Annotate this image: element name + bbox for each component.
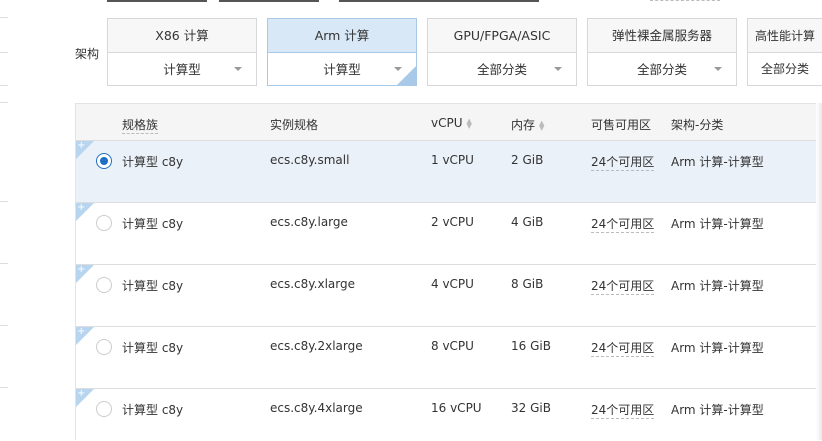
- category-dropdown[interactable]: 计算型 ✓: [268, 53, 416, 86]
- cell-memory: 4 GiB: [511, 215, 544, 229]
- cell-family: 计算型 c8y: [122, 217, 184, 231]
- top-tab-dashed: [650, 0, 720, 1]
- cell-spec: ecs.c8y.4xlarge: [270, 401, 363, 415]
- caret-down-icon: [234, 67, 242, 71]
- dropdown-value: 计算型: [323, 62, 361, 77]
- cell-memory: 2 GiB: [511, 153, 544, 167]
- architecture-card[interactable]: 弹性裸金属服务器 全部分类: [587, 18, 737, 86]
- sidebar-divider: [0, 201, 8, 202]
- card-title[interactable]: GPU/FPGA/ASIC: [428, 19, 576, 53]
- expand-plus-icon[interactable]: +: [76, 326, 94, 345]
- instance-spec-table: 规格族 实例规格 vCPU ▲ ▼ 内存 ▲ ▼ 可售可用区 架构-分类 + 计算型 c…: [75, 103, 820, 441]
- cell-vcpu: 2 vCPU: [431, 215, 474, 229]
- scroll-shadow: [816, 103, 822, 440]
- dropdown-value: 全部分类: [476, 62, 527, 77]
- table-row[interactable]: + 计算型 c8y ecs.c8y.xlarge 4 vCPU 8 GiB 24…: [76, 264, 820, 327]
- expand-plus-icon[interactable]: +: [76, 202, 94, 221]
- sort-icon[interactable]: ▲ ▼: [539, 119, 544, 131]
- cell-zones[interactable]: 24个可用区: [591, 339, 655, 357]
- cell-spec: ecs.c8y.large: [270, 215, 348, 229]
- dropdown-value: 全部分类: [760, 62, 809, 76]
- checkmark-icon: ✓: [396, 62, 416, 86]
- sidebar-divider: [0, 85, 8, 86]
- architecture-label: 架构: [75, 47, 100, 61]
- cell-vcpu: 4 vCPU: [431, 277, 474, 291]
- sort-icon[interactable]: ▲ ▼: [467, 117, 472, 129]
- category-dropdown[interactable]: 全部分类: [428, 53, 576, 86]
- card-title[interactable]: Arm 计算: [268, 19, 416, 53]
- cell-vcpu: 16 vCPU: [431, 401, 482, 415]
- cell-family: 计算型 c8y: [122, 279, 184, 293]
- header-memory[interactable]: 内存 ▲ ▼: [511, 116, 544, 133]
- table-row[interactable]: + 计算型 c8y ecs.c8y.small 1 vCPU 2 GiB 24个…: [76, 140, 820, 203]
- dropdown-value: 全部分类: [636, 62, 687, 77]
- cell-arch: Arm 计算-计算型: [671, 403, 764, 417]
- cell-arch: Arm 计算-计算型: [671, 155, 764, 169]
- cell-memory: 16 GiB: [511, 339, 551, 353]
- sidebar-divider: [0, 387, 8, 388]
- architecture-card[interactable]: Arm 计算 计算型 ✓: [267, 18, 417, 86]
- dropdown-value: 计算型: [163, 62, 201, 77]
- expand-plus-icon[interactable]: +: [76, 388, 94, 407]
- cell-vcpu: 8 vCPU: [431, 339, 474, 353]
- category-dropdown[interactable]: 全部分类: [588, 53, 736, 86]
- table-row[interactable]: + 计算型 c8y ecs.c8y.large 2 vCPU 4 GiB 24个…: [76, 202, 820, 265]
- card-title[interactable]: X86 计算: [108, 19, 256, 53]
- row-radio[interactable]: [96, 339, 112, 355]
- table-row[interactable]: + 计算型 c8y ecs.c8y.2xlarge 8 vCPU 16 GiB …: [76, 326, 820, 389]
- cell-family: 计算型 c8y: [122, 341, 184, 355]
- cell-memory: 32 GiB: [511, 401, 551, 415]
- sidebar-divider: [0, 52, 8, 53]
- cell-family: 计算型 c8y: [122, 155, 184, 169]
- expand-plus-icon[interactable]: +: [76, 140, 94, 159]
- cell-zones[interactable]: 24个可用区: [591, 277, 655, 295]
- cell-vcpu: 1 vCPU: [431, 153, 474, 167]
- cell-arch: Arm 计算-计算型: [671, 341, 764, 355]
- cell-zones[interactable]: 24个可用区: [591, 153, 655, 171]
- header-zones: 可售可用区: [591, 118, 652, 132]
- cell-arch: Arm 计算-计算型: [671, 279, 764, 293]
- cell-spec: ecs.c8y.2xlarge: [270, 339, 363, 353]
- caret-down-icon: [714, 67, 722, 71]
- header-family: 规格族: [122, 118, 159, 134]
- cell-memory: 8 GiB: [511, 277, 544, 291]
- category-dropdown[interactable]: 计算型: [108, 53, 256, 86]
- row-radio[interactable]: [96, 215, 112, 231]
- table-header: 规格族 实例规格 vCPU ▲ ▼ 内存 ▲ ▼ 可售可用区 架构-分类: [76, 104, 820, 141]
- architecture-card[interactable]: 高性能计算 全部分类: [747, 18, 822, 86]
- cell-spec: ecs.c8y.xlarge: [270, 277, 355, 291]
- caret-down-icon: [554, 67, 562, 71]
- sidebar-divider: [0, 263, 8, 264]
- architecture-card[interactable]: X86 计算 计算型: [107, 18, 257, 86]
- row-radio[interactable]: [96, 153, 112, 169]
- sidebar-divider: [0, 17, 8, 18]
- card-title[interactable]: 弹性裸金属服务器: [588, 19, 736, 53]
- cell-arch: Arm 计算-计算型: [671, 217, 764, 231]
- sidebar-divider: [0, 102, 8, 103]
- cell-zones[interactable]: 24个可用区: [591, 215, 655, 233]
- card-title[interactable]: 高性能计算: [748, 19, 822, 53]
- header-vcpu[interactable]: vCPU ▲ ▼: [431, 116, 472, 130]
- category-dropdown[interactable]: 全部分类: [748, 53, 822, 86]
- header-arch: 架构-分类: [671, 118, 724, 132]
- header-spec: 实例规格: [270, 118, 319, 132]
- top-tab-underline: [339, 0, 539, 2]
- cell-family: 计算型 c8y: [122, 403, 184, 417]
- cell-zones[interactable]: 24个可用区: [591, 401, 655, 419]
- sidebar-divider: [0, 325, 8, 326]
- expand-plus-icon[interactable]: +: [76, 264, 94, 283]
- cell-spec: ecs.c8y.small: [270, 153, 350, 167]
- architecture-card[interactable]: GPU/FPGA/ASIC 全部分类: [427, 18, 577, 86]
- table-row[interactable]: + 计算型 c8y ecs.c8y.4xlarge 16 vCPU 32 GiB…: [76, 388, 820, 441]
- row-radio[interactable]: [96, 277, 112, 293]
- top-tab-underline: [107, 0, 207, 2]
- row-radio[interactable]: [96, 401, 112, 417]
- top-tab-underline: [219, 0, 319, 2]
